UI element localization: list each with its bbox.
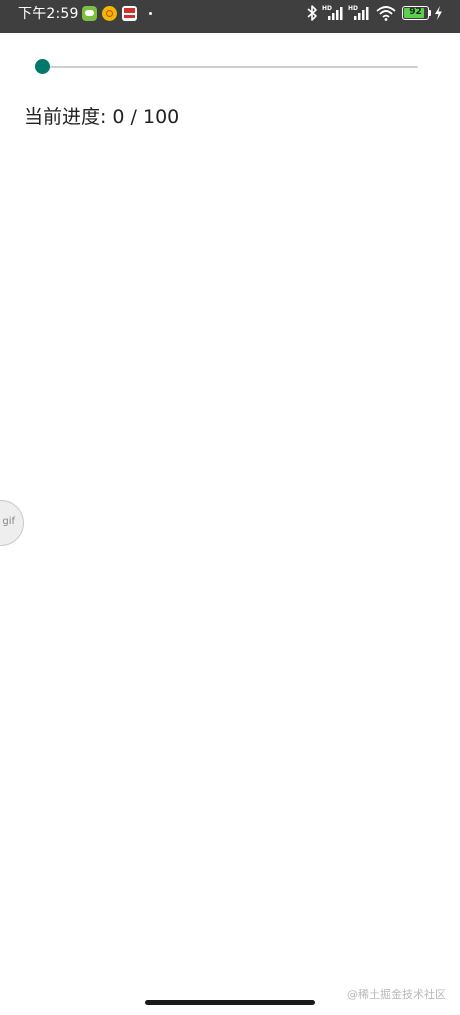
battery-icon: 92 xyxy=(402,6,429,20)
signal-hd-label: HD xyxy=(322,5,333,12)
signal-icon: HD xyxy=(322,5,344,21)
signal-hd-label: HD xyxy=(348,5,359,12)
bluetooth-icon xyxy=(307,5,317,21)
app-notification-icon xyxy=(102,6,117,21)
charging-icon xyxy=(435,6,442,20)
signal-icon: HD xyxy=(348,5,370,21)
wifi-icon xyxy=(376,6,396,21)
wechat-icon xyxy=(82,6,97,21)
gif-badge: gif xyxy=(0,500,24,546)
slider-thumb[interactable] xyxy=(35,59,50,74)
gif-badge-label: gif xyxy=(2,516,15,527)
progress-label: 当前进度: xyxy=(24,106,107,128)
progress-text: 当前进度: 0 / 100 xyxy=(24,104,179,130)
home-indicator[interactable] xyxy=(145,1000,315,1005)
progress-slider[interactable] xyxy=(34,56,418,78)
news-icon xyxy=(122,6,137,21)
watermark: @稀土掘金技术社区 xyxy=(347,988,446,1001)
status-bar: 下午2:59 HD HD 92 xyxy=(0,0,460,33)
battery-tip xyxy=(429,10,431,16)
status-time: 下午2:59 xyxy=(18,6,79,22)
slider-track[interactable] xyxy=(42,66,418,68)
battery-level: 92 xyxy=(409,7,422,17)
more-notifications-dot-icon xyxy=(149,12,152,15)
progress-value: 0 / 100 xyxy=(112,106,180,128)
